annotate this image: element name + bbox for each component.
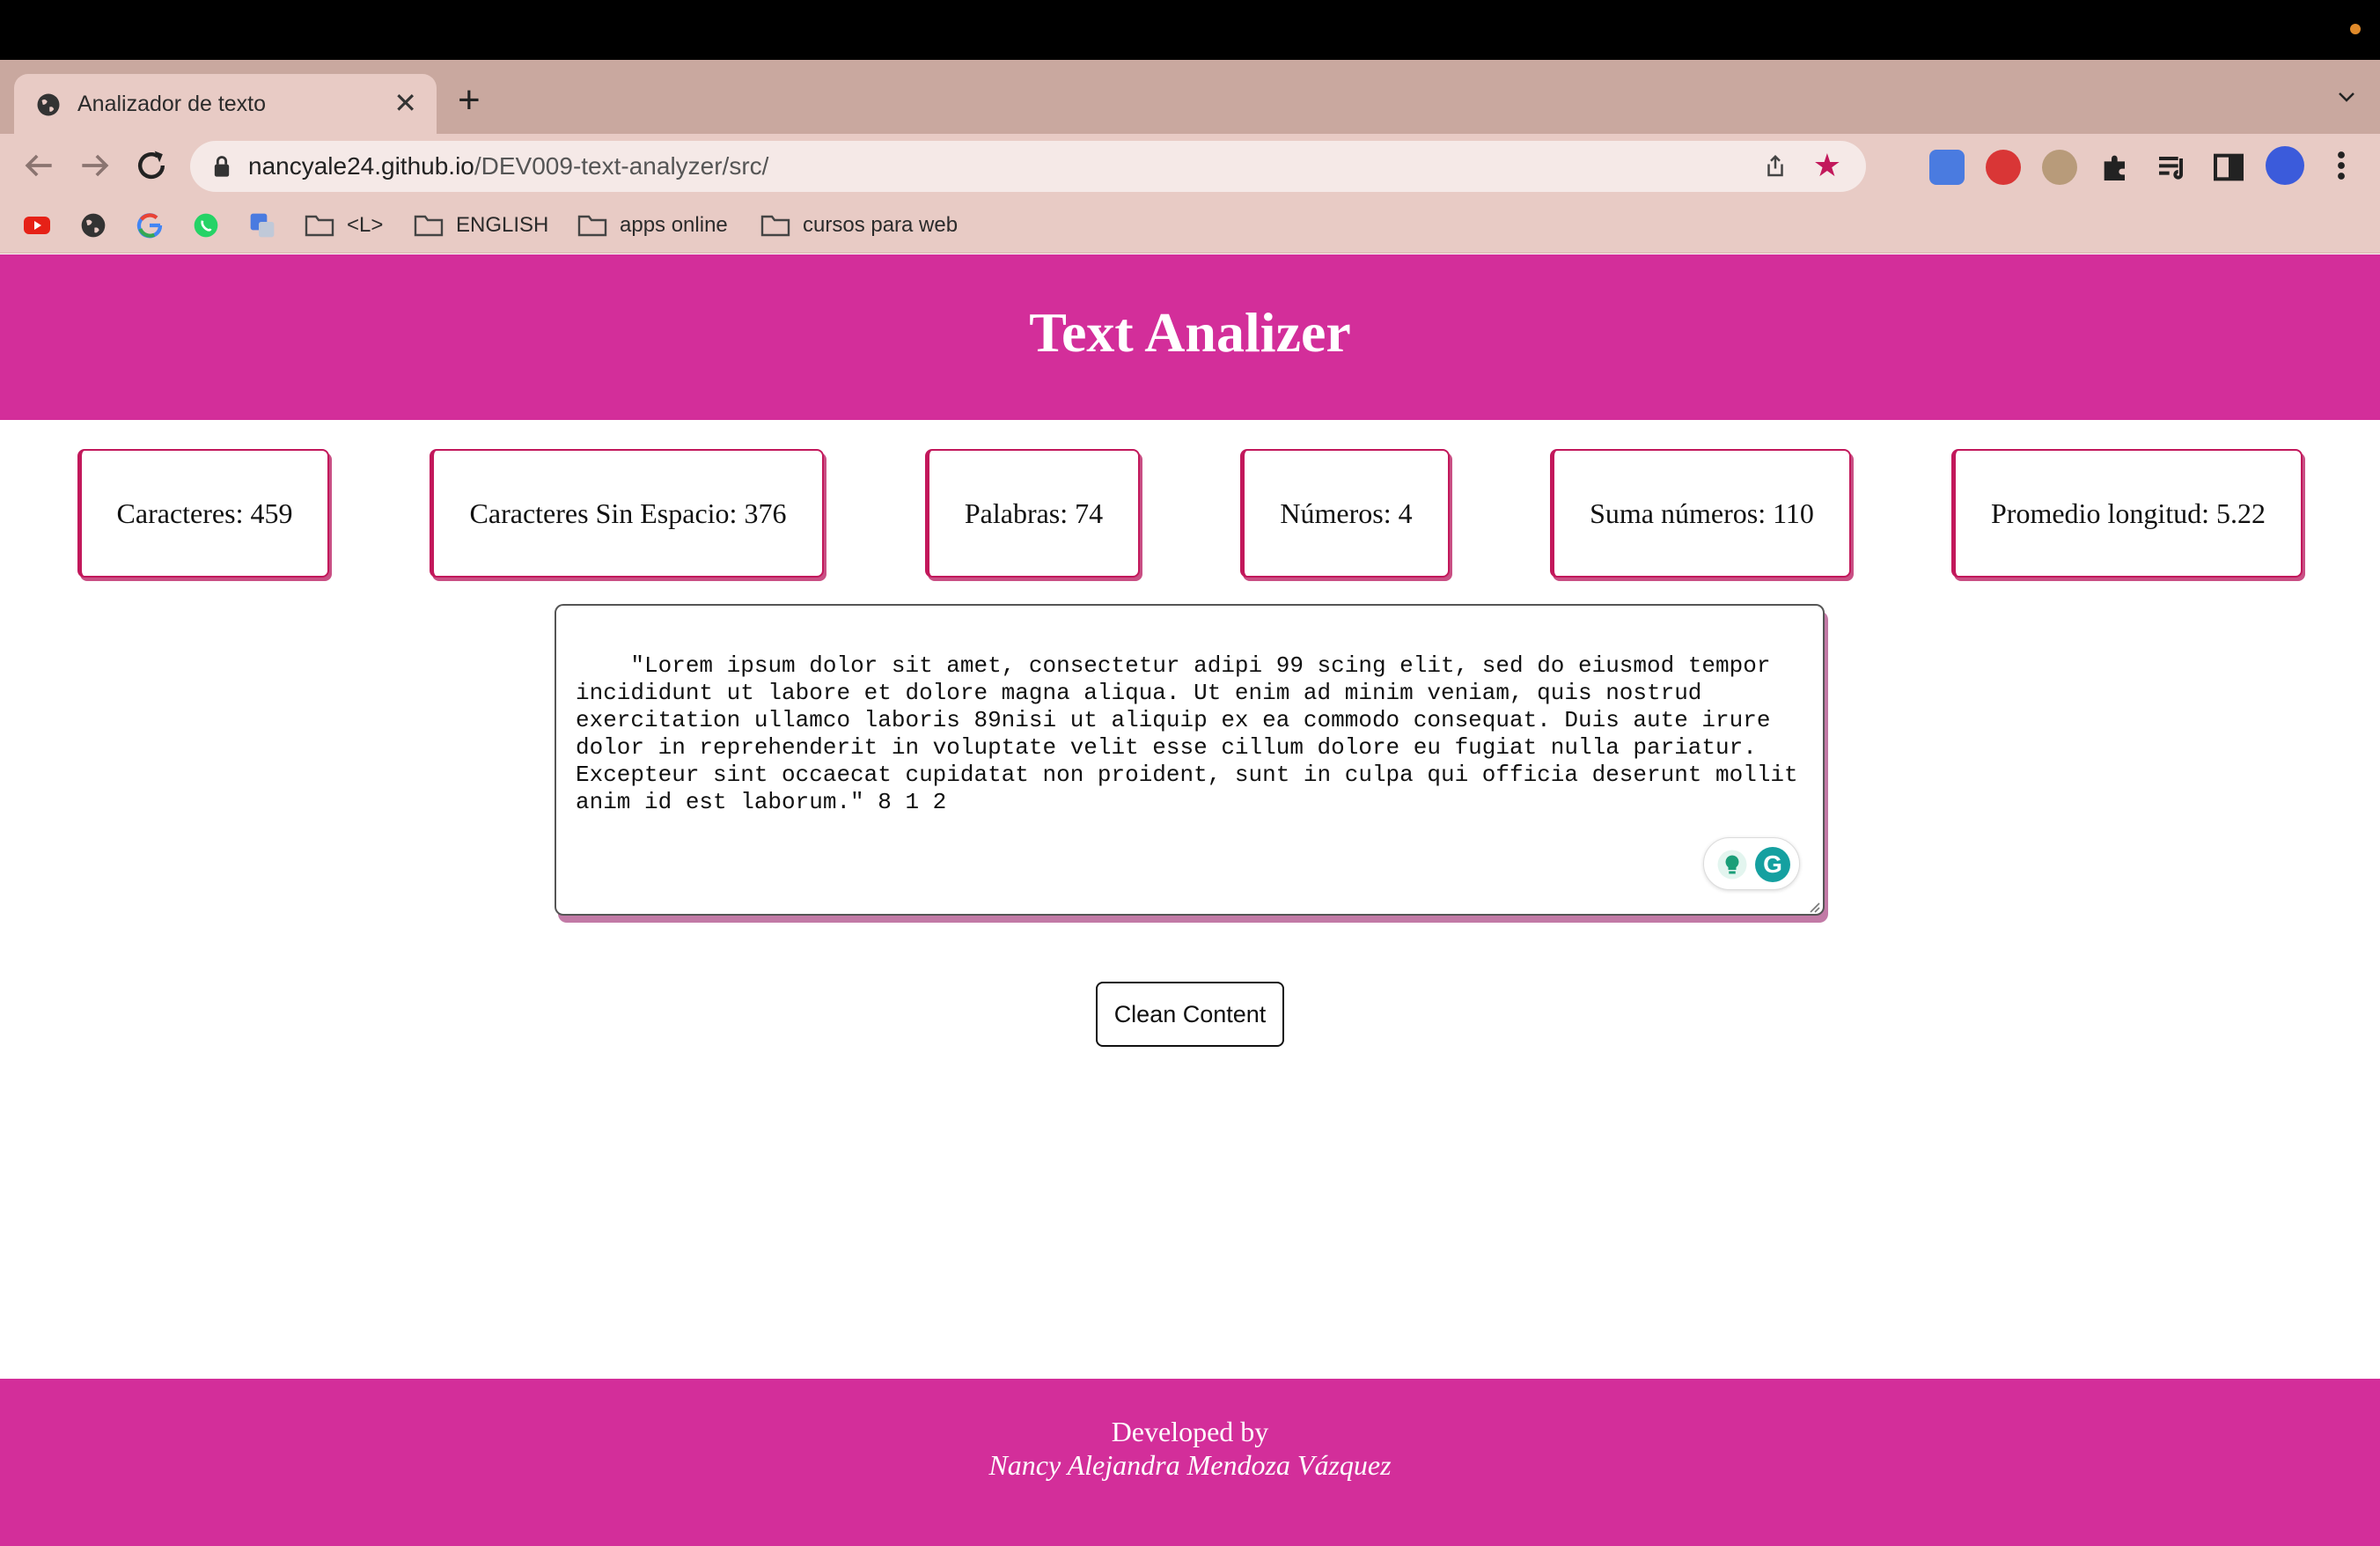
footer-author-name: Nancy Alejandra Mendoza Vázquez (988, 1449, 1392, 1481)
footer-credit-label: Developed by (1111, 1416, 1269, 1447)
clean-content-button[interactable]: Clean Content (1096, 982, 1284, 1047)
bookmark-folder[interactable]: <L> (305, 211, 383, 239)
bookmark-folder[interactable]: apps online (577, 211, 728, 239)
url-host: nancyale24.github.io (248, 152, 474, 180)
metric-numbers: Números: 4 (1240, 449, 1450, 578)
page-footer: Developed by Nancy Alejandra Mendoza Váz… (0, 1379, 2380, 1546)
youtube-icon[interactable] (23, 211, 51, 239)
resize-handle-icon[interactable] (1806, 899, 1820, 913)
url-text: nancyale24.github.io/DEV009-text-analyze… (248, 152, 768, 180)
globe-icon (37, 93, 60, 116)
os-top-bar (0, 0, 2380, 60)
status-dot (2350, 24, 2361, 34)
google-translate-icon[interactable] (1929, 150, 1965, 185)
lock-icon[interactable] (211, 154, 232, 179)
folder-icon (577, 215, 607, 237)
browser-toolbar: nancyale24.github.io/DEV009-text-analyze… (0, 134, 2380, 197)
address-bar[interactable]: nancyale24.github.io/DEV009-text-analyze… (190, 141, 1866, 192)
grammarly-widget[interactable]: G (1703, 837, 1800, 890)
globe-icon[interactable] (79, 211, 107, 239)
metric-words: Palabras: 74 (925, 449, 1140, 578)
profile-avatar[interactable] (2266, 146, 2304, 185)
tab-strip: Analizador de texto ✕ + (0, 60, 2380, 134)
metric-characters-no-spaces: Caracteres Sin Espacio: 376 (430, 449, 824, 578)
bookmark-folder-label: ENGLISH (456, 213, 549, 237)
metric-average-length: Promedio longitud: 5.22 (1951, 449, 2303, 578)
google-icon[interactable] (136, 211, 164, 239)
share-icon[interactable] (1762, 153, 1789, 180)
adblock-icon[interactable] (1986, 150, 2021, 185)
web-page: Text Analizer Caracteres: 459 Caracteres… (0, 254, 2380, 1546)
reload-icon[interactable] (132, 146, 171, 185)
bookmark-folder-label: cursos para web (803, 213, 959, 237)
owl-extension-icon[interactable] (2042, 150, 2077, 185)
side-panel-icon[interactable] (2211, 150, 2246, 185)
translate-icon[interactable] (248, 211, 276, 239)
new-tab-button[interactable]: + (458, 81, 481, 120)
close-icon[interactable]: ✕ (393, 88, 417, 118)
forward-arrow-icon[interactable] (76, 146, 114, 185)
bookmark-folder[interactable]: ENGLISH (414, 211, 548, 239)
text-input-value: "Lorem ipsum dolor sit amet, consectetur… (576, 652, 1812, 815)
grammarly-icon[interactable]: G (1755, 847, 1790, 882)
page-header: Text Analizer (0, 254, 2380, 420)
url-path: /DEV009-text-analyzer/src/ (474, 152, 769, 180)
folder-icon (305, 215, 334, 237)
folder-icon (414, 215, 444, 237)
more-menu-icon[interactable] (2332, 150, 2350, 181)
lightbulb-icon[interactable] (1716, 849, 1748, 880)
folder-icon (760, 215, 790, 237)
chevron-down-icon[interactable] (2336, 86, 2357, 107)
metric-characters: Caracteres: 459 (77, 449, 329, 578)
puzzle-icon[interactable] (2098, 150, 2134, 185)
bookmark-folder-label: apps online (620, 213, 728, 237)
metric-numbers-sum: Suma números: 110 (1550, 449, 1851, 578)
page-title: Text Analizer (1029, 301, 1351, 364)
bookmark-folder-label: <L> (347, 213, 384, 237)
back-arrow-icon[interactable] (19, 146, 58, 185)
bookmark-folder[interactable]: cursos para web (760, 211, 958, 239)
reading-list-icon[interactable] (2155, 150, 2190, 185)
text-input-area[interactable]: "Lorem ipsum dolor sit amet, consectetur… (555, 604, 1825, 916)
browser-tab[interactable]: Analizador de texto ✕ (14, 74, 437, 134)
bookmarks-bar: <L> ENGLISH apps online cursos para web (0, 197, 2380, 254)
bookmark-star-icon[interactable]: ★ (1813, 150, 1841, 181)
whatsapp-icon[interactable] (192, 211, 220, 239)
tab-title: Analizador de texto (77, 92, 267, 116)
